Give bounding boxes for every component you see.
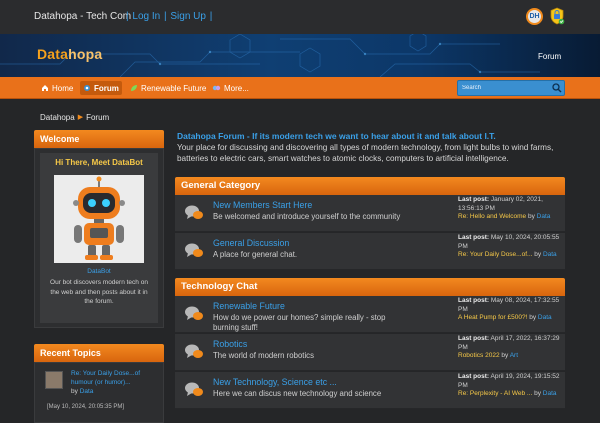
- forum-icon: [84, 85, 90, 91]
- robot-mascot-icon: [54, 175, 144, 263]
- recent-topics-header: Recent Topics: [34, 344, 164, 362]
- nav-home-label: Home: [52, 83, 74, 93]
- search-box: [457, 80, 565, 96]
- last-post-user[interactable]: Data: [543, 390, 557, 397]
- nav-forum-label: Forum: [94, 83, 119, 93]
- last-post-label: Last post:: [458, 196, 490, 203]
- category-header-technology[interactable]: Technology Chat: [175, 278, 565, 296]
- recent-by-label: by: [71, 388, 78, 395]
- nav-item-forum[interactable]: Forum: [80, 81, 122, 95]
- search-input[interactable]: [462, 82, 548, 94]
- header-banner: Datahopa Forum: [0, 34, 600, 77]
- last-post-by: by: [501, 352, 509, 360]
- banner-forum-label: Forum: [538, 52, 562, 61]
- last-post-topic-link[interactable]: Re: Your Daily Dose...of...: [458, 251, 532, 258]
- last-post-label: Last post:: [458, 297, 490, 304]
- shield-icon[interactable]: [549, 7, 565, 25]
- board-title[interactable]: General Discussion: [213, 238, 289, 248]
- last-post-user[interactable]: Art: [510, 352, 518, 359]
- welcome-header: Welcome: [34, 130, 164, 148]
- leaf-icon: [131, 85, 137, 91]
- last-post-by: by: [527, 213, 535, 221]
- last-post-by: by: [534, 390, 541, 398]
- recent-topics-panel: Re: Your Daily Dose...of humour (or humo…: [34, 362, 164, 423]
- nav-renewable-label: Renewable Future: [141, 83, 207, 93]
- auth-links: | Log In | Sign Up |: [126, 11, 213, 22]
- last-post-by: by: [534, 251, 542, 259]
- last-post-topic-link[interactable]: Re: Hello and Welcome: [458, 213, 526, 220]
- main-nav: Home Forum Renewable Future More...: [0, 77, 600, 99]
- board-description: How do we power our homes? simple really…: [213, 313, 386, 332]
- board-title[interactable]: New Technology, Science etc ...: [213, 377, 337, 387]
- search-icon[interactable]: [552, 83, 562, 93]
- board-row: Renewable Future How do we power our hom…: [175, 296, 565, 333]
- welcome-card: Hi There, Meet DataBot DataBot Our bot d…: [40, 153, 158, 323]
- login-link[interactable]: Log In: [132, 11, 160, 22]
- recent-topic-link[interactable]: Re: Your Daily Dose...of humour (or humo…: [71, 370, 157, 387]
- last-post-topic-link[interactable]: Re: Perplexity - AI Web ...: [458, 390, 532, 397]
- recent-topic-meta: by Data: [71, 388, 93, 395]
- last-post-topic-link[interactable]: A Heat Pump for £500?!: [458, 314, 527, 321]
- site-logo[interactable]: Datahopa: [37, 46, 102, 62]
- board-chat-icon: [185, 243, 203, 257]
- forum-intro-text: Your place for discussing and discoverin…: [177, 143, 554, 163]
- board-title[interactable]: New Members Start Here: [213, 200, 312, 210]
- nav-item-more[interactable]: More...: [209, 81, 252, 95]
- site-name: Datahopa - Tech Com: [34, 11, 132, 22]
- site-badge-icon[interactable]: DH: [526, 8, 543, 25]
- last-post-label: Last post:: [458, 335, 490, 342]
- breadcrumb-home[interactable]: Datahopa: [40, 113, 75, 122]
- board-chat-icon: [185, 382, 203, 396]
- last-post-user[interactable]: Data: [537, 213, 551, 220]
- board-description: The world of modern robotics: [213, 351, 314, 360]
- board-description: Be welcomed and introduce yourself to th…: [213, 212, 401, 221]
- more-icon: [212, 85, 221, 91]
- signup-link[interactable]: Sign Up: [170, 11, 206, 22]
- last-post-label: Last post:: [458, 373, 490, 380]
- last-post-topic-link[interactable]: Robotics 2022: [458, 352, 500, 359]
- logo-text-data: Data: [37, 46, 69, 62]
- board-chat-icon: [185, 344, 203, 358]
- recent-topic-thumbnail: [45, 371, 63, 389]
- last-post-user[interactable]: Data: [538, 314, 552, 321]
- board-row: General Discussion A place for general c…: [175, 233, 565, 270]
- nav-item-home[interactable]: Home: [38, 81, 76, 95]
- welcome-panel: Hi There, Meet DataBot DataBot Our bot d…: [34, 148, 164, 328]
- recent-topic-date: [May 10, 2024, 20:05:35 PM]: [47, 404, 125, 410]
- breadcrumb-arrow-icon: ▶: [77, 114, 84, 121]
- board-chat-icon: [185, 306, 203, 320]
- bot-description: Our bot discovers modern tech on the web…: [50, 279, 148, 305]
- board-last-post: Last post: May 08, 2024, 17:32:55 PM A H…: [458, 297, 565, 323]
- last-post-user[interactable]: Data: [543, 251, 557, 258]
- board-last-post: Last post: April 19, 2024, 19:15:52 PM R…: [458, 373, 565, 399]
- recent-topic-user[interactable]: Data: [80, 388, 94, 395]
- forum-intro-title: Datahopa Forum - If its modern tech we w…: [177, 131, 496, 141]
- breadcrumb-current[interactable]: Forum: [86, 113, 109, 122]
- board-title[interactable]: Robotics: [213, 339, 247, 349]
- nav-item-renewable-future[interactable]: Renewable Future: [127, 81, 209, 95]
- board-row: New Technology, Science etc ... Here we …: [175, 372, 565, 409]
- board-last-post: Last post: May 10, 2024, 20:05:55 PM Re:…: [458, 234, 565, 260]
- top-bar: Datahopa - Tech Com | Log In | Sign Up |…: [0, 0, 600, 34]
- board-title[interactable]: Renewable Future: [213, 301, 285, 311]
- nav-more-label: More...: [224, 83, 249, 93]
- welcome-greeting: Hi There, Meet DataBot: [55, 158, 143, 167]
- logo-text-hopa: hopa: [68, 46, 103, 62]
- category-header-general[interactable]: General Category: [175, 177, 565, 195]
- home-icon: [42, 85, 48, 91]
- board-chat-icon: [185, 205, 203, 219]
- board-description: Here we can discus new technology and sc…: [213, 389, 382, 398]
- breadcrumb: Datahopa ▶ Forum: [27, 108, 565, 126]
- board-last-post: Last post: January 02, 2021, 13:56:13 PM…: [458, 196, 565, 222]
- bot-name[interactable]: DataBot: [40, 268, 158, 275]
- board-last-post: Last post: April 17, 2022, 16:37:29 PM R…: [458, 335, 565, 361]
- last-post-by: by: [529, 314, 537, 322]
- board-row: Robotics The world of modern robotics La…: [175, 334, 565, 371]
- board-row: New Members Start Here Be welcomed and i…: [175, 195, 565, 232]
- board-description: A place for general chat.: [213, 250, 298, 259]
- last-post-label: Last post:: [458, 234, 490, 241]
